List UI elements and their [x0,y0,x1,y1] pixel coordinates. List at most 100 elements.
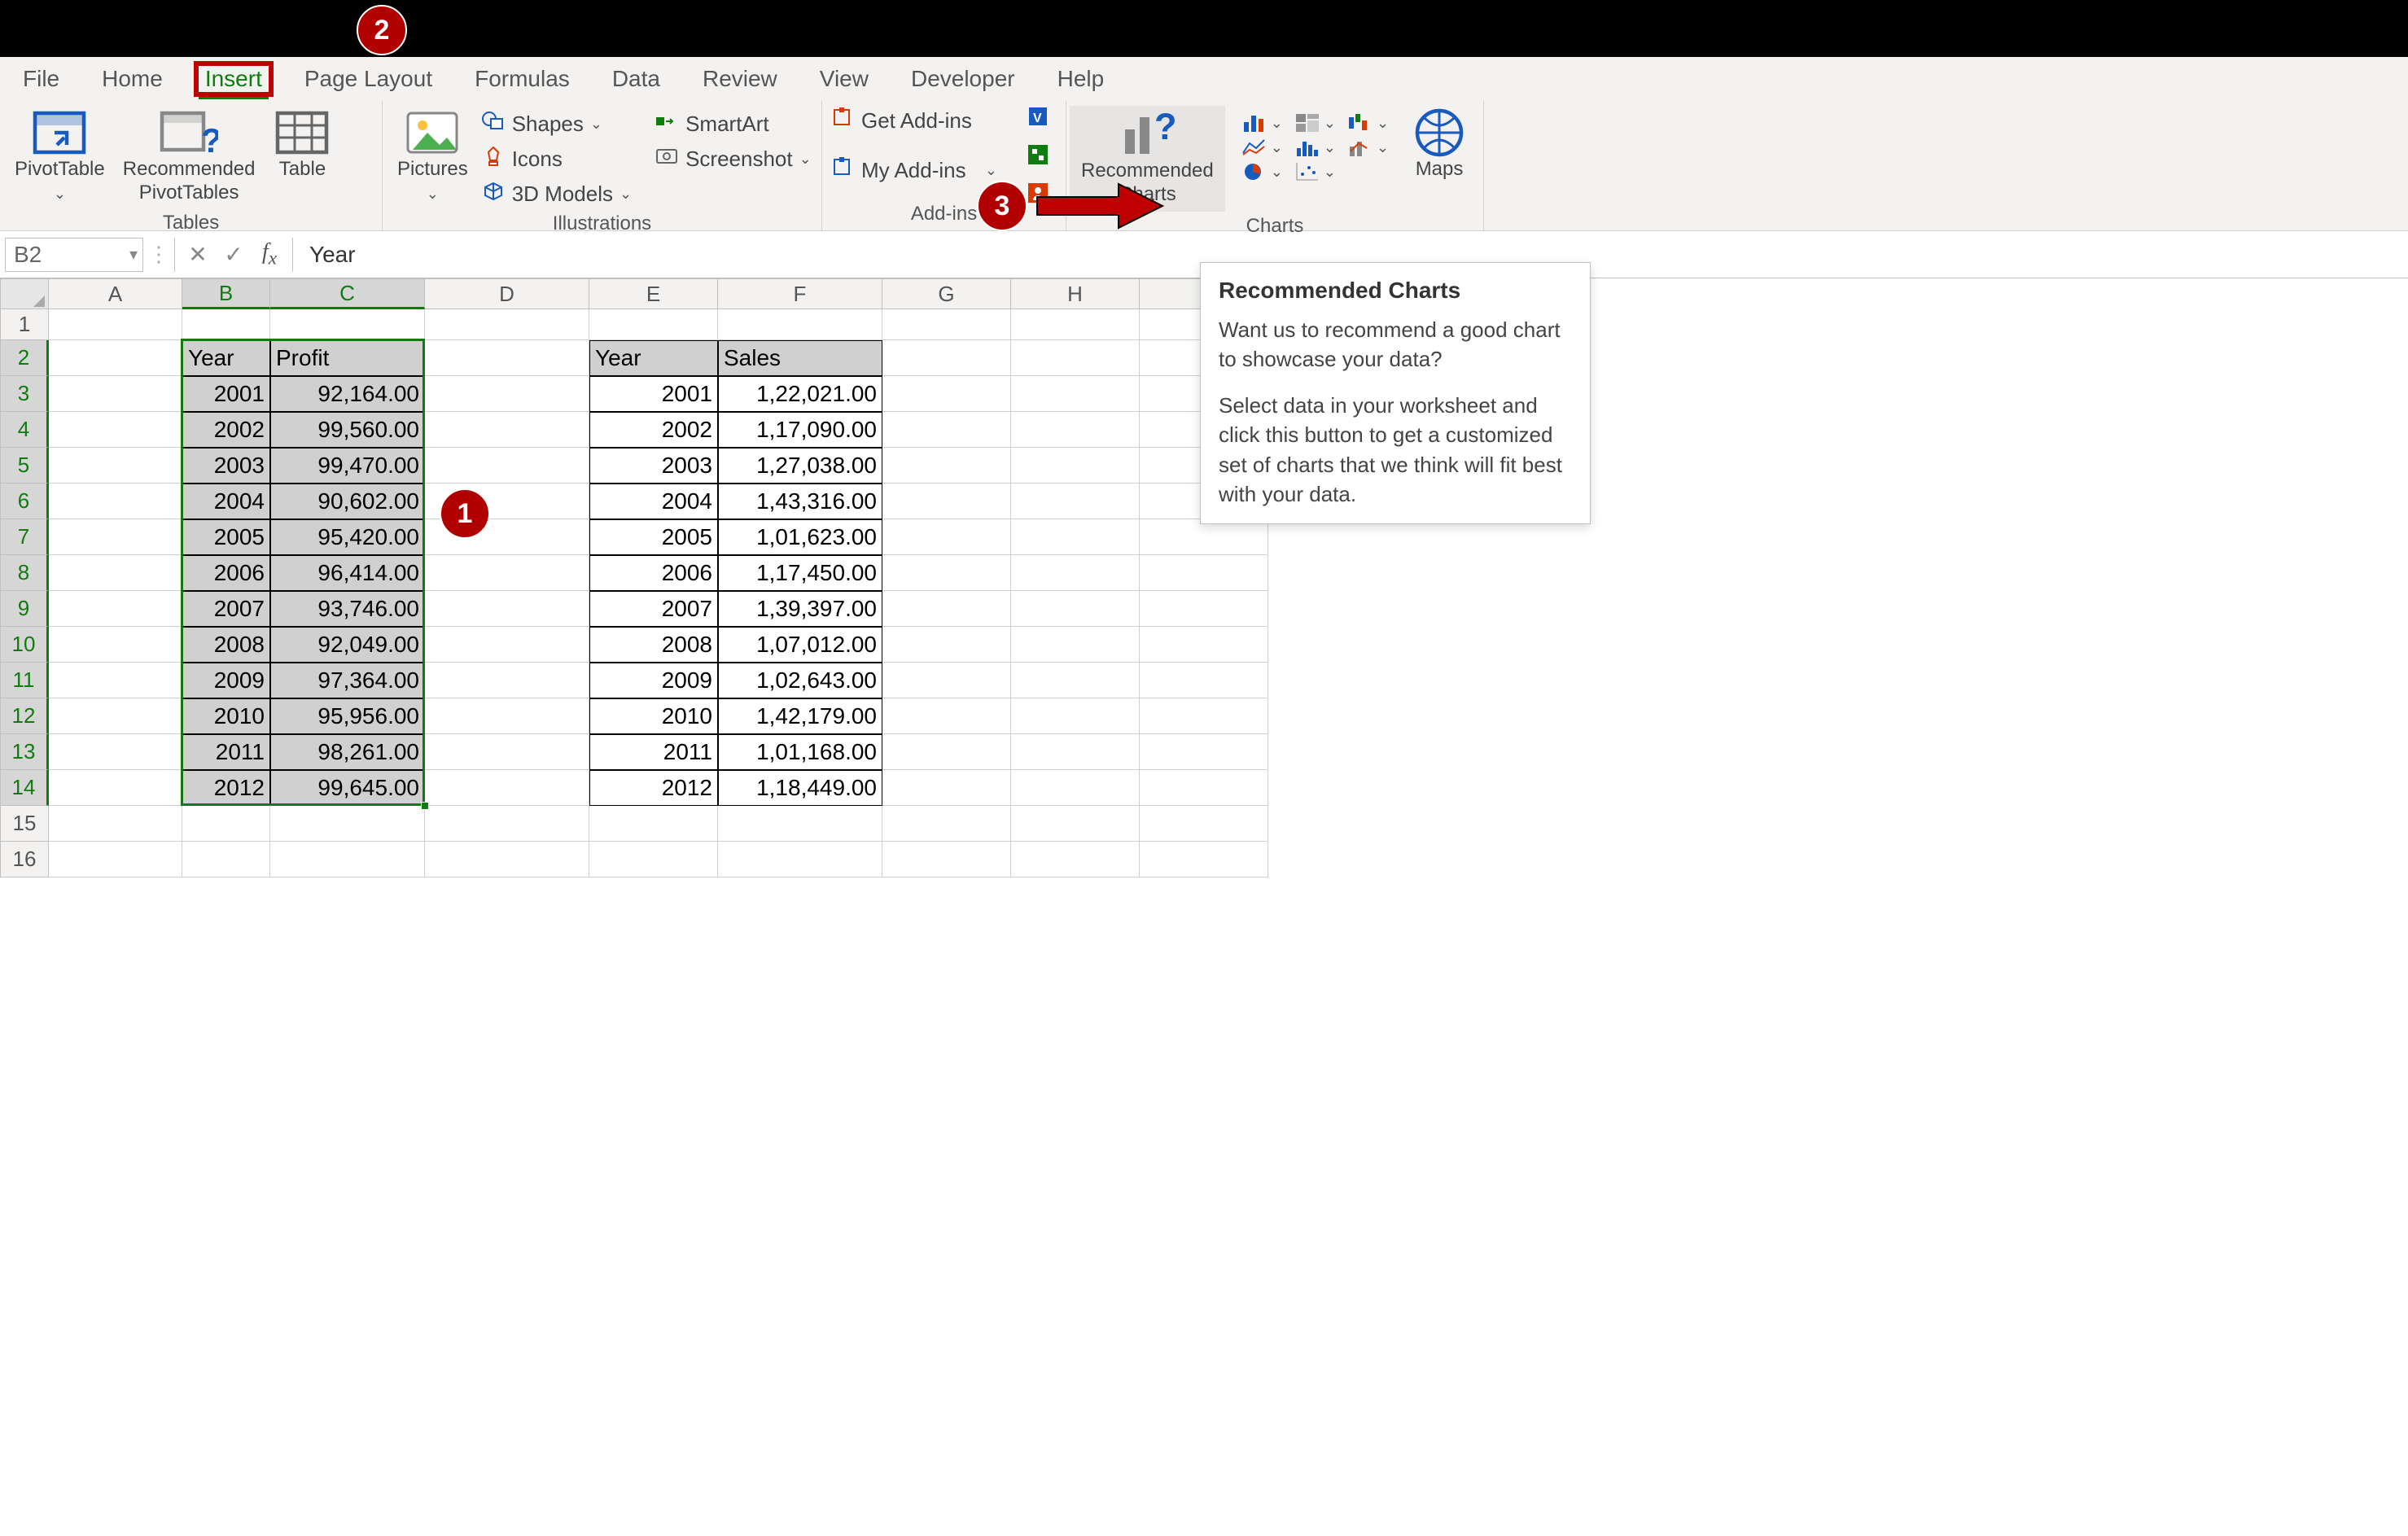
cell-A7[interactable] [49,519,182,555]
worksheet[interactable]: ABCDEFGHI 12YearProfitYearSales3200192,1… [0,278,2408,877]
cell-F8[interactable]: 1,17,450.00 [718,555,882,591]
cell-E7[interactable]: 2005 [589,519,718,555]
cell-E11[interactable]: 2009 [589,663,718,698]
tab-help[interactable]: Help [1051,61,1111,97]
cell-I9[interactable] [1140,591,1268,627]
row-header-6[interactable]: 6 [0,484,49,519]
col-header-E[interactable]: E [589,278,718,309]
cell-C7[interactable]: 95,420.00 [270,519,425,555]
cell-B9[interactable]: 2007 [182,591,270,627]
cell-I13[interactable] [1140,734,1268,770]
cell-C12[interactable]: 95,956.00 [270,698,425,734]
cell-F16[interactable] [718,842,882,877]
cell-I8[interactable] [1140,555,1268,591]
cell-F10[interactable]: 1,07,012.00 [718,627,882,663]
cell-E13[interactable]: 2011 [589,734,718,770]
cell-G12[interactable] [882,698,1011,734]
cell-G3[interactable] [882,376,1011,412]
row-header-7[interactable]: 7 [0,519,49,555]
cell-I10[interactable] [1140,627,1268,663]
cell-B12[interactable]: 2010 [182,698,270,734]
fill-handle[interactable] [421,802,429,810]
row-header-11[interactable]: 11 [0,663,49,698]
combo-chart-button[interactable]: ⌄ [1347,137,1389,158]
col-header-G[interactable]: G [882,278,1011,309]
cell-G5[interactable] [882,448,1011,484]
cell-G4[interactable] [882,412,1011,448]
cell-E15[interactable] [589,806,718,842]
cell-E3[interactable]: 2001 [589,376,718,412]
cell-E6[interactable]: 2004 [589,484,718,519]
cell-H2[interactable] [1011,340,1140,376]
cell-F7[interactable]: 1,01,623.00 [718,519,882,555]
table-button[interactable]: Table [268,106,336,185]
pictures-button[interactable]: Pictures⌄ [392,106,473,208]
row-header-3[interactable]: 3 [0,376,49,412]
cell-G16[interactable] [882,842,1011,877]
row-header-2[interactable]: 2 [0,340,49,376]
cell-G2[interactable] [882,340,1011,376]
cell-B4[interactable]: 2002 [182,412,270,448]
cell-I14[interactable] [1140,770,1268,806]
cell-A16[interactable] [49,842,182,877]
3d-models-button[interactable]: 3D Models ⌄ [481,179,632,209]
cell-G9[interactable] [882,591,1011,627]
cell-C14[interactable]: 99,645.00 [270,770,425,806]
cell-H16[interactable] [1011,842,1140,877]
cell-D14[interactable] [425,770,589,806]
cell-C8[interactable]: 96,414.00 [270,555,425,591]
cell-D2[interactable] [425,340,589,376]
cell-D3[interactable] [425,376,589,412]
select-all-corner[interactable] [0,278,49,309]
col-header-B[interactable]: B [182,278,270,309]
cell-C15[interactable] [270,806,425,842]
col-header-F[interactable]: F [718,278,882,309]
cell-A1[interactable] [49,309,182,340]
cell-F6[interactable]: 1,43,316.00 [718,484,882,519]
cell-C1[interactable] [270,309,425,340]
cell-F4[interactable]: 1,17,090.00 [718,412,882,448]
cell-F9[interactable]: 1,39,397.00 [718,591,882,627]
tab-formulas[interactable]: Formulas [468,61,576,97]
cell-D11[interactable] [425,663,589,698]
cell-G6[interactable] [882,484,1011,519]
cell-D10[interactable] [425,627,589,663]
cell-C13[interactable]: 98,261.00 [270,734,425,770]
cell-D4[interactable] [425,412,589,448]
tab-review[interactable]: Review [696,61,784,97]
col-header-A[interactable]: A [49,278,182,309]
shapes-button[interactable]: Shapes ⌄ [481,109,632,139]
cell-B2[interactable]: Year [182,340,270,376]
cell-C2[interactable]: Profit [270,340,425,376]
cell-G15[interactable] [882,806,1011,842]
enter-formula-button[interactable]: ✓ [216,241,252,268]
cell-C6[interactable]: 90,602.00 [270,484,425,519]
tab-insert[interactable]: Insert [199,61,269,99]
cell-A14[interactable] [49,770,182,806]
cell-F2[interactable]: Sales [718,340,882,376]
tab-view[interactable]: View [813,61,875,97]
row-header-12[interactable]: 12 [0,698,49,734]
cell-E5[interactable]: 2003 [589,448,718,484]
cell-B14[interactable]: 2012 [182,770,270,806]
cell-D1[interactable] [425,309,589,340]
cell-B5[interactable]: 2003 [182,448,270,484]
cell-H8[interactable] [1011,555,1140,591]
row-header-4[interactable]: 4 [0,412,49,448]
row-header-5[interactable]: 5 [0,448,49,484]
cell-E4[interactable]: 2002 [589,412,718,448]
cell-B7[interactable]: 2005 [182,519,270,555]
col-header-H[interactable]: H [1011,278,1140,309]
cell-G10[interactable] [882,627,1011,663]
cell-G13[interactable] [882,734,1011,770]
cell-E8[interactable]: 2006 [589,555,718,591]
cell-A11[interactable] [49,663,182,698]
bing-maps-addin-icon[interactable] [1026,142,1050,173]
cancel-formula-button[interactable]: ✕ [180,241,216,268]
cell-A6[interactable] [49,484,182,519]
waterfall-chart-button[interactable]: ⌄ [1347,112,1389,133]
row-header-15[interactable]: 15 [0,806,49,842]
cell-F12[interactable]: 1,42,179.00 [718,698,882,734]
cell-H9[interactable] [1011,591,1140,627]
cell-D16[interactable] [425,842,589,877]
